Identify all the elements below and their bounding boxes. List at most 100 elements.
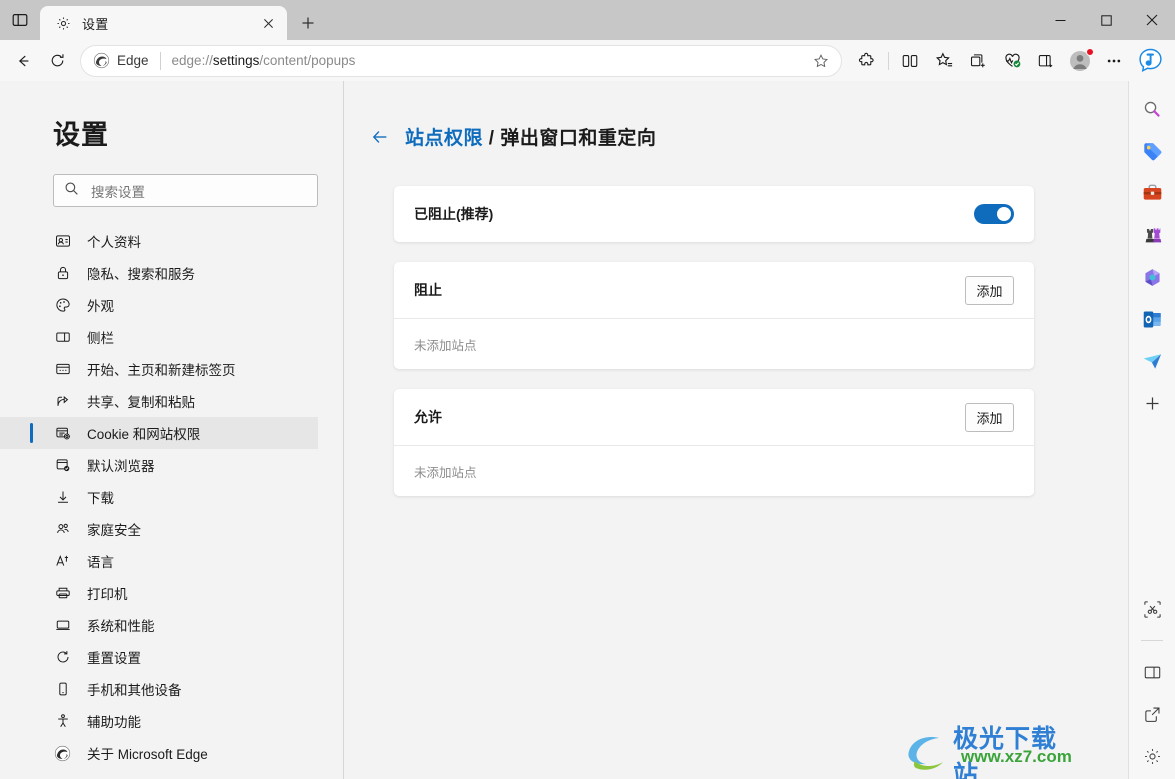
block-list-card: 阻止 添加 未添加站点 [394, 262, 1034, 369]
sidebar-item-label: 重置设置 [87, 651, 141, 666]
shopping-tag-icon[interactable] [1137, 136, 1167, 166]
edge-chip: Edge [93, 52, 149, 69]
url-prefix: edge:// [171, 53, 213, 68]
sidebar-item-system-performance[interactable]: 系统和性能 [0, 609, 318, 641]
tab-actions-icon[interactable] [0, 0, 40, 40]
palette-icon [54, 297, 71, 314]
breadcrumb-parent-link[interactable]: 站点权限 [405, 128, 483, 149]
tools-icon[interactable] [1137, 178, 1167, 208]
screenshot-icon[interactable] [1137, 594, 1167, 624]
sidebar-toggle-icon[interactable] [1029, 45, 1063, 77]
sidebar-item-appearance[interactable]: 外观 [0, 289, 318, 321]
collections-icon[interactable] [961, 45, 995, 77]
blocked-toggle-label: 已阻止(推荐) [414, 206, 494, 222]
title-bar: 设置 [0, 0, 1175, 40]
split-screen-icon[interactable] [893, 45, 927, 77]
sidebar-item-cookies-site-permissions[interactable]: Cookie 和网站权限 [0, 417, 318, 449]
watermark: 极光下载站 www.xz7.com [905, 713, 1080, 779]
maximize-button[interactable] [1083, 0, 1129, 40]
lock-icon [54, 265, 71, 282]
minimize-button[interactable] [1037, 0, 1083, 40]
allow-list-card: 允许 添加 未添加站点 [394, 389, 1034, 496]
address-bar[interactable]: Edge edge://settings/content/popups [80, 44, 842, 77]
sidebar-item-label: 下载 [87, 491, 114, 506]
edge-browser-window: 设置 Edge edge://settings/content/popups 设… [0, 0, 1175, 779]
search-input[interactable]: 搜索设置 [53, 174, 318, 207]
default-browser-icon [54, 457, 71, 474]
add-blocked-site-button[interactable]: 添加 [965, 275, 1014, 305]
settings-gear-icon[interactable] [1137, 741, 1167, 771]
blocked-toggle-switch[interactable] [974, 204, 1014, 224]
watermark-title: 极光下载站 [953, 725, 1058, 779]
add-allowed-site-button[interactable]: 添加 [965, 402, 1014, 432]
sidebar-item-label: 关于 Microsoft Edge [87, 747, 208, 762]
close-icon[interactable] [257, 12, 279, 34]
browser-tab[interactable]: 设置 [40, 6, 287, 40]
breadcrumb-current: 弹出窗口和重定向 [500, 128, 657, 149]
browser-essentials-icon[interactable] [995, 45, 1029, 77]
profile-card-icon [54, 233, 71, 250]
address-separator [159, 51, 161, 70]
star-icon[interactable] [807, 47, 835, 75]
back-arrow-icon[interactable] [369, 126, 391, 148]
system-icon [54, 617, 71, 634]
phone-icon [54, 681, 71, 698]
sidebar-item-accessibility[interactable]: 辅助功能 [0, 705, 318, 737]
sidebar-item-reset-settings[interactable]: 重置设置 [0, 641, 318, 673]
sidebar-item-sidebar[interactable]: 侧栏 [0, 321, 318, 353]
edge-chip-label: Edge [117, 53, 149, 68]
sidebar-item-default-browser[interactable]: 默认浏览器 [0, 449, 318, 481]
sidebar-item-label: 家庭安全 [87, 523, 141, 538]
games-icon[interactable] [1137, 220, 1167, 250]
tab-title: 设置 [82, 16, 109, 32]
sidebar-item-family-safety[interactable]: 家庭安全 [0, 513, 318, 545]
settings-cards: 已阻止(推荐) 阻止 添加 未添加站点 允许 添加 未添加站点 [344, 150, 1119, 496]
open-external-icon[interactable] [1137, 699, 1167, 729]
paper-plane-icon[interactable] [1137, 346, 1167, 376]
sidebar-item-start-home-newtab[interactable]: 开始、主页和新建标签页 [0, 353, 318, 385]
sidebar-item-label: 手机和其他设备 [87, 683, 182, 698]
sidebar-item-label: 默认浏览器 [87, 459, 155, 474]
sidebar-item-label: 共享、复制和粘贴 [87, 395, 195, 410]
more-icon[interactable] [1097, 45, 1131, 77]
breadcrumb-separator: / [483, 128, 501, 149]
browser-body: 设置 搜索设置 个人资料 隐私、搜索和服务 外观 侧栏 开始、主页和新建标签页 … [0, 81, 1175, 779]
sidebar-item-languages[interactable]: 语言 [0, 545, 318, 577]
copilot-icon[interactable] [1131, 45, 1169, 77]
refresh-button[interactable] [40, 45, 74, 77]
settings-page: 设置 搜索设置 个人资料 隐私、搜索和服务 外观 侧栏 开始、主页和新建标签页 … [0, 81, 1128, 779]
favorites-icon[interactable] [927, 45, 961, 77]
allow-list-header: 允许 添加 [394, 389, 1034, 445]
search-wrapper: 搜索设置 [0, 152, 343, 207]
microsoft365-icon[interactable] [1137, 262, 1167, 292]
profile-icon[interactable] [1063, 45, 1097, 77]
gear-icon [54, 14, 72, 32]
sidebar-item-downloads[interactable]: 下载 [0, 481, 318, 513]
new-tab-button[interactable] [293, 8, 323, 38]
sidebar-item-label: 语言 [87, 555, 114, 570]
sidebar-item-label: 系统和性能 [87, 619, 155, 634]
sidebar-item-profiles[interactable]: 个人资料 [0, 225, 318, 257]
sidebar-icon [54, 329, 71, 346]
sidebar-item-phone-other-devices[interactable]: 手机和其他设备 [0, 673, 318, 705]
printer-icon [54, 585, 71, 602]
sidebar-item-share-copy-paste[interactable]: 共享、复制和粘贴 [0, 385, 318, 417]
close-button[interactable] [1129, 0, 1175, 40]
extensions-icon[interactable] [850, 45, 884, 77]
sidebar-divider [1141, 640, 1163, 641]
language-icon [54, 553, 71, 570]
settings-content: 站点权限 / 弹出窗口和重定向 已阻止(推荐) 阻止 添加 未添加站点 允许 添… [344, 81, 1128, 779]
back-button[interactable] [6, 45, 40, 77]
page-title: 设置 [53, 120, 109, 150]
add-sidebar-app-button[interactable] [1137, 388, 1167, 418]
breadcrumb-text: 站点权限 / 弹出窗口和重定向 [405, 123, 656, 150]
breadcrumb: 站点权限 / 弹出窗口和重定向 [344, 81, 1128, 150]
block-list-empty-text: 未添加站点 [414, 338, 477, 353]
split-pane-icon[interactable] [1137, 657, 1167, 687]
sidebar-item-printers[interactable]: 打印机 [0, 577, 318, 609]
search-sidebar-icon[interactable] [1137, 94, 1167, 124]
sidebar-item-about-edge[interactable]: 关于 Microsoft Edge [0, 737, 318, 769]
outlook-icon[interactable] [1137, 304, 1167, 334]
sidebar-item-privacy[interactable]: 隐私、搜索和服务 [0, 257, 318, 289]
block-list-title: 阻止 [414, 282, 442, 298]
